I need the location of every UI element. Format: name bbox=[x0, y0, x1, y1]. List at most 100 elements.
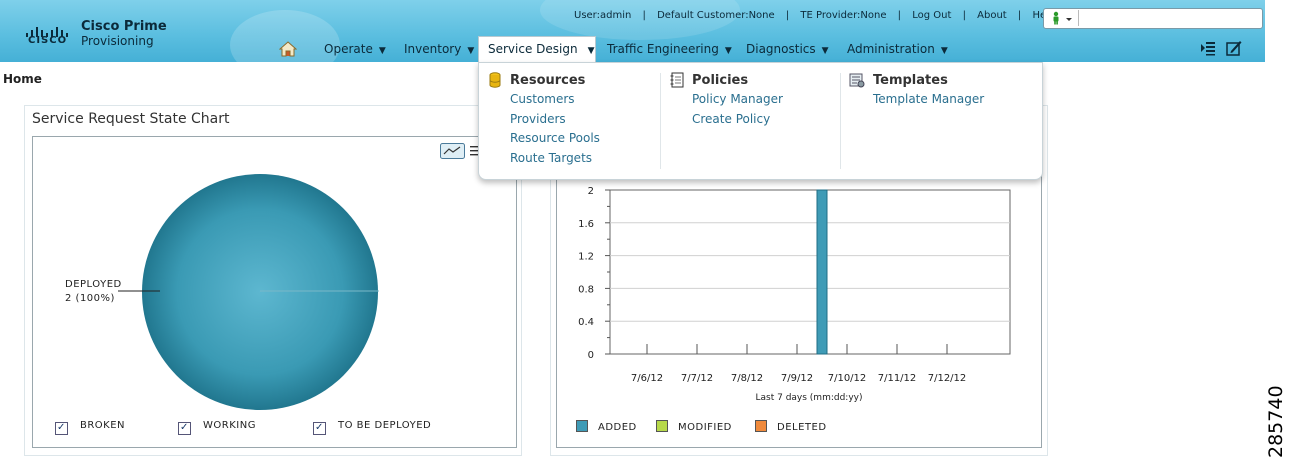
checkbox-working[interactable]: ✓ bbox=[178, 422, 191, 435]
y-tick-label: 2 bbox=[588, 186, 594, 197]
about-link[interactable]: About bbox=[977, 10, 1007, 21]
breadcrumb[interactable]: Home bbox=[3, 72, 42, 86]
checkbox-broken[interactable]: ✓ bbox=[55, 422, 68, 435]
checkbox-to-be-deployed[interactable]: ✓ bbox=[313, 422, 326, 435]
bar-added bbox=[816, 189, 828, 355]
chart-view-toggle[interactable] bbox=[440, 143, 480, 159]
swatch-added bbox=[576, 420, 588, 432]
templates-heading: Templates bbox=[873, 73, 948, 88]
home-icon[interactable] bbox=[279, 41, 297, 57]
separator: | bbox=[642, 10, 646, 21]
x-tick-label: 7/9/12 bbox=[781, 373, 813, 384]
te-provider-link[interactable]: TE Provider:None bbox=[800, 10, 886, 21]
nav-traffic-engineering-label: Traffic Engineering bbox=[607, 42, 719, 56]
edit-icon[interactable] bbox=[1226, 40, 1242, 56]
separator: | bbox=[962, 10, 966, 21]
y-tick-label: 1.6 bbox=[578, 219, 594, 230]
separator: | bbox=[785, 10, 790, 21]
legend-label: BROKEN bbox=[80, 420, 126, 431]
legend-label: ADDED bbox=[598, 422, 637, 433]
nav-traffic-engineering[interactable]: Traffic Engineering ▼ bbox=[607, 37, 732, 61]
bar-chart: 0 0.4 0.8 1.2 1.6 2 7/6/12 7/7/12 7/8/12 7/9/12 7/… bbox=[578, 186, 1011, 403]
nav-inventory-label: Inventory bbox=[404, 42, 462, 56]
legend-label: DELETED bbox=[777, 422, 827, 433]
legend-deleted[interactable]: DELETED bbox=[755, 420, 827, 433]
y-tick-label: 0.8 bbox=[578, 284, 594, 295]
nav-diagnostics[interactable]: Diagnostics ▼ bbox=[746, 37, 829, 61]
swatch-deleted bbox=[755, 420, 767, 432]
y-tick-label: 0.4 bbox=[578, 317, 594, 328]
y-tick-label: 0 bbox=[588, 350, 594, 361]
chevron-down-icon: ▼ bbox=[378, 46, 386, 56]
nav-administration[interactable]: Administration ▼ bbox=[847, 37, 948, 61]
plot-frame bbox=[609, 189, 1011, 355]
panel-title: Service Request State Chart bbox=[32, 111, 230, 127]
menu-providers[interactable]: Providers bbox=[510, 112, 566, 126]
pie-slice-deployed[interactable] bbox=[142, 174, 378, 410]
x-tick-label: 7/7/12 bbox=[681, 373, 713, 384]
legend-label: MODIFIED bbox=[678, 422, 732, 433]
menu-route-targets[interactable]: Route Targets bbox=[510, 151, 592, 165]
person-icon bbox=[1053, 11, 1072, 25]
chevron-down-icon: ▼ bbox=[821, 46, 829, 56]
nav-administration-label: Administration bbox=[847, 42, 935, 56]
legend-modified[interactable]: MODIFIED bbox=[656, 420, 732, 433]
y-tick-label: 1.2 bbox=[578, 252, 594, 263]
pie-chart bbox=[142, 174, 379, 410]
chevron-down-icon: ▼ bbox=[587, 46, 595, 56]
x-axis-label: Last 7 days (mm:dd:yy) bbox=[756, 393, 863, 403]
menu-policy-manager[interactable]: Policy Manager bbox=[692, 92, 783, 106]
figure-number-text: 285740 bbox=[1265, 385, 1287, 458]
chevron-down-icon: ▼ bbox=[467, 46, 475, 56]
legend-to-be-deployed[interactable]: ✓ TO BE DEPLOYED bbox=[313, 420, 431, 435]
pie-label-leader bbox=[118, 290, 160, 292]
policies-heading: Policies bbox=[692, 73, 749, 88]
template-icon bbox=[849, 73, 865, 88]
legend-label: TO BE DEPLOYED bbox=[338, 420, 432, 431]
top-links: User:admin | Default Customer:None | TE … bbox=[574, 10, 1055, 24]
swatch-modified bbox=[656, 420, 668, 432]
legend-broken[interactable]: ✓ BROKEN bbox=[55, 420, 125, 435]
database-icon bbox=[489, 72, 501, 88]
legend-label: WORKING bbox=[203, 420, 256, 431]
resources-heading: Resources bbox=[510, 73, 586, 88]
pie-label: DEPLOYED 2 (100%) bbox=[65, 278, 122, 306]
list-indent-icon[interactable] bbox=[1200, 40, 1216, 56]
separator: | bbox=[1017, 10, 1022, 21]
user-info: User:admin bbox=[574, 10, 632, 21]
search-input[interactable] bbox=[1081, 10, 1257, 25]
x-tick-label: 7/8/12 bbox=[731, 373, 763, 384]
figure-number: 285740 bbox=[1265, 385, 1287, 458]
nav-service-design[interactable]: Service Design ▼ bbox=[478, 36, 596, 62]
service-design-menu: Resources Customers Providers Resource P… bbox=[478, 62, 1043, 180]
brand-title: Cisco Prime bbox=[81, 19, 167, 34]
nav-operate-label: Operate bbox=[324, 42, 373, 56]
default-customer-link[interactable]: Default Customer:None bbox=[657, 10, 775, 21]
legend-added[interactable]: ADDED bbox=[576, 420, 637, 433]
menu-create-policy[interactable]: Create Policy bbox=[692, 112, 770, 126]
menu-customers[interactable]: Customers bbox=[510, 92, 575, 106]
legend-working[interactable]: ✓ WORKING bbox=[178, 420, 256, 435]
cisco-wordmark: CISCO bbox=[28, 35, 68, 46]
menu-template-manager[interactable]: Template Manager bbox=[873, 92, 984, 106]
logout-link[interactable]: Log Out bbox=[912, 10, 951, 21]
nav-operate[interactable]: Operate ▼ bbox=[324, 37, 386, 61]
x-tick-label: 7/10/12 bbox=[828, 373, 867, 384]
x-tick-label: 7/11/12 bbox=[878, 373, 917, 384]
menu-divider bbox=[660, 73, 661, 169]
pie-label-name: DEPLOYED bbox=[65, 279, 122, 290]
x-tick-label: 7/6/12 bbox=[631, 373, 663, 384]
pie-label-value: 2 (100%) bbox=[65, 293, 115, 304]
x-tick-label: 7/12/12 bbox=[928, 373, 967, 384]
separator: | bbox=[897, 10, 902, 21]
search-scope-dropdown[interactable] bbox=[1046, 10, 1079, 26]
nav-diagnostics-label: Diagnostics bbox=[746, 42, 816, 56]
nav-service-design-label: Service Design bbox=[488, 42, 578, 56]
menu-resource-pools[interactable]: Resource Pools bbox=[510, 131, 600, 145]
chevron-down-icon: ▼ bbox=[724, 46, 732, 56]
policy-notebook-icon bbox=[670, 72, 684, 88]
chevron-down-icon: ▼ bbox=[940, 46, 948, 56]
menu-divider bbox=[840, 73, 841, 169]
nav-inventory[interactable]: Inventory ▼ bbox=[404, 37, 474, 61]
search-box bbox=[1043, 8, 1263, 29]
